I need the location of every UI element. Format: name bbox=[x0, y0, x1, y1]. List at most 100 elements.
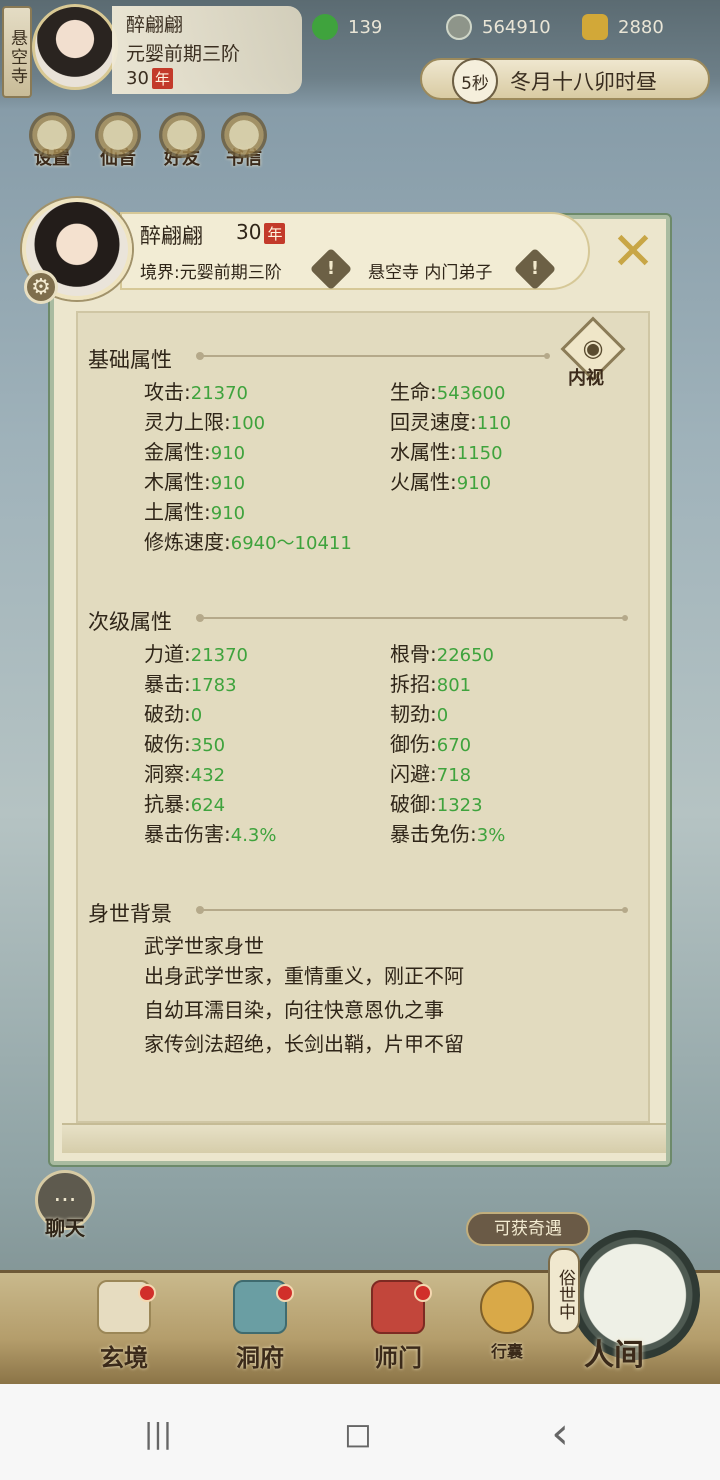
settings-button[interactable]: 设置 bbox=[22, 112, 82, 170]
stat-dodge: 闪避:718 bbox=[390, 762, 472, 786]
stat-value: 22650 bbox=[436, 645, 495, 666]
stat-crit-damage: 暴击伤害:4.3% bbox=[144, 822, 277, 846]
jade-value: 139 bbox=[348, 16, 383, 38]
player-avatar[interactable] bbox=[32, 4, 118, 90]
time-text: 冬月十八卯时昼 bbox=[510, 70, 657, 94]
eye-icon: ◉ bbox=[582, 334, 604, 362]
stat-value: 624 bbox=[190, 795, 226, 816]
year-badge: 年 bbox=[151, 68, 173, 89]
dialog-header: 醉翩翩 30 年 境界:元婴前期三阶 ! 悬空寺 内门弟子 ! bbox=[120, 212, 590, 291]
stat-cultivation-speed: 修炼速度:6940～10411 bbox=[144, 530, 352, 554]
mail-button[interactable]: 书信 bbox=[214, 112, 274, 170]
nav-shimen-label: 师门 bbox=[374, 1343, 422, 1372]
stat-value: 21370 bbox=[190, 645, 249, 666]
chat-label: 聊天 bbox=[45, 1216, 85, 1240]
player-info-panel[interactable]: 醉翩翩 元婴前期三阶 30 年 bbox=[112, 6, 302, 94]
sect-tag[interactable]: 悬空寺 bbox=[2, 6, 32, 98]
stat-label: 暴击免伤 bbox=[390, 822, 470, 846]
friends-button[interactable]: 好友 bbox=[152, 112, 212, 170]
dialog-player-age: 30 年 bbox=[236, 220, 286, 244]
nav-dongfu[interactable]: 洞府 bbox=[210, 1280, 310, 1380]
section-divider bbox=[196, 614, 628, 622]
stat-toughness: 韧劲:0 bbox=[390, 702, 449, 726]
stat-insight: 洞察:432 bbox=[144, 762, 226, 786]
game-time: 5秒 冬月十八卯时昼 bbox=[420, 58, 710, 104]
sect-info-icon[interactable]: ! bbox=[513, 247, 557, 291]
nav-xuanjing-label: 玄境 bbox=[100, 1343, 148, 1372]
nav-xingnang-label: 行囊 bbox=[490, 1342, 523, 1361]
stat-value: 910 bbox=[210, 473, 246, 494]
background-line: 自幼耳濡目染，向往快意恩仇之事 bbox=[144, 998, 444, 1022]
nav-xuanjing[interactable]: 玄境 bbox=[74, 1280, 174, 1380]
stat-value: 670 bbox=[436, 735, 472, 756]
stat-value: 4.3% bbox=[230, 825, 277, 846]
stat-label: 洞察 bbox=[144, 762, 184, 786]
back-button[interactable]: ‹ bbox=[530, 1410, 590, 1458]
stat-label: 破伤 bbox=[144, 732, 184, 756]
stat-value: 432 bbox=[190, 765, 226, 786]
stat-water: 水属性:1150 bbox=[390, 440, 503, 464]
stat-label: 御伤 bbox=[390, 732, 430, 756]
stat-label: 闪避 bbox=[390, 762, 430, 786]
coin-counter[interactable]: 564910 bbox=[446, 12, 551, 42]
dialog-bottom-scroll bbox=[62, 1123, 666, 1153]
jade-icon bbox=[312, 14, 338, 40]
stat-label: 金属性 bbox=[144, 440, 204, 464]
player-age: 30 年 bbox=[126, 68, 302, 89]
stat-parry: 拆招:801 bbox=[390, 672, 472, 696]
inner-view-button[interactable]: ◉ 内视 bbox=[560, 316, 626, 389]
music-off-icon bbox=[95, 112, 141, 158]
music-button[interactable]: 仙音 bbox=[88, 112, 148, 170]
stat-value: 910 bbox=[210, 443, 246, 464]
jade-counter[interactable]: 139 bbox=[312, 12, 382, 42]
stat-hp: 生命:543600 bbox=[390, 380, 506, 404]
stat-label: 木属性 bbox=[144, 470, 204, 494]
stat-value: 0 bbox=[190, 705, 203, 726]
dialog-player-name: 醉翩翩 bbox=[140, 224, 203, 248]
stat-label: 韧劲 bbox=[390, 702, 430, 726]
stat-label: 土属性 bbox=[144, 500, 204, 524]
player-realm: 元婴前期三阶 bbox=[126, 43, 241, 65]
nav-renjian-label: 人间 bbox=[584, 1338, 644, 1373]
gear-icon[interactable]: ⚙ bbox=[24, 270, 58, 304]
home-button[interactable]: ◻ bbox=[328, 1410, 388, 1458]
stat-label: 抗暴 bbox=[144, 792, 184, 816]
gold-counter[interactable]: 2880 bbox=[582, 12, 664, 42]
nav-dongfu-label: 洞府 bbox=[236, 1343, 284, 1372]
chat-button[interactable]: ··· 聊天 bbox=[30, 1170, 100, 1250]
stat-damage-reduction: 御伤:670 bbox=[390, 732, 472, 756]
stat-crit: 暴击:1783 bbox=[144, 672, 237, 696]
coin-value: 564910 bbox=[482, 16, 551, 38]
stat-crit-resist: 抗暴:624 bbox=[144, 792, 226, 816]
stat-label: 破劲 bbox=[144, 702, 184, 726]
stat-label: 生命 bbox=[390, 380, 430, 404]
close-button[interactable]: ✕ bbox=[606, 226, 660, 280]
stat-value: 3% bbox=[476, 825, 506, 846]
stat-value: 21370 bbox=[190, 383, 249, 404]
stat-earth: 土属性:910 bbox=[144, 500, 246, 524]
background-title: 身世背景 bbox=[88, 902, 172, 926]
recents-button[interactable]: ||| bbox=[128, 1410, 188, 1458]
stat-damage-bonus: 破伤:350 bbox=[144, 732, 226, 756]
dialog-age-value: 30 bbox=[236, 220, 262, 244]
stat-value: 0 bbox=[436, 705, 449, 726]
stat-value: 718 bbox=[436, 765, 472, 786]
stat-armor-break: 破御:1323 bbox=[390, 792, 483, 816]
dialog-year-badge: 年 bbox=[264, 223, 286, 244]
bag-icon bbox=[480, 1280, 534, 1334]
stat-metal: 金属性:910 bbox=[144, 440, 246, 464]
stat-constitution: 根骨:22650 bbox=[390, 642, 495, 666]
secular-world-tag: 俗世中 bbox=[548, 1248, 580, 1334]
stat-value: 910 bbox=[210, 503, 246, 524]
adventure-button[interactable]: 可获奇遇 bbox=[466, 1212, 590, 1246]
stat-label: 破御 bbox=[390, 792, 430, 816]
nav-shimen[interactable]: 师门 bbox=[348, 1280, 448, 1380]
stat-crit-damage-reduction: 暴击免伤:3% bbox=[390, 822, 506, 846]
stat-value: 1323 bbox=[436, 795, 483, 816]
stat-value: 1150 bbox=[456, 443, 503, 464]
nav-xingnang[interactable]: 行囊 bbox=[462, 1280, 552, 1380]
realm-info-icon[interactable]: ! bbox=[309, 247, 353, 291]
stat-value: 110 bbox=[476, 413, 512, 434]
stat-label: 暴击伤害 bbox=[144, 822, 224, 846]
time-countdown: 5秒 bbox=[452, 58, 498, 104]
